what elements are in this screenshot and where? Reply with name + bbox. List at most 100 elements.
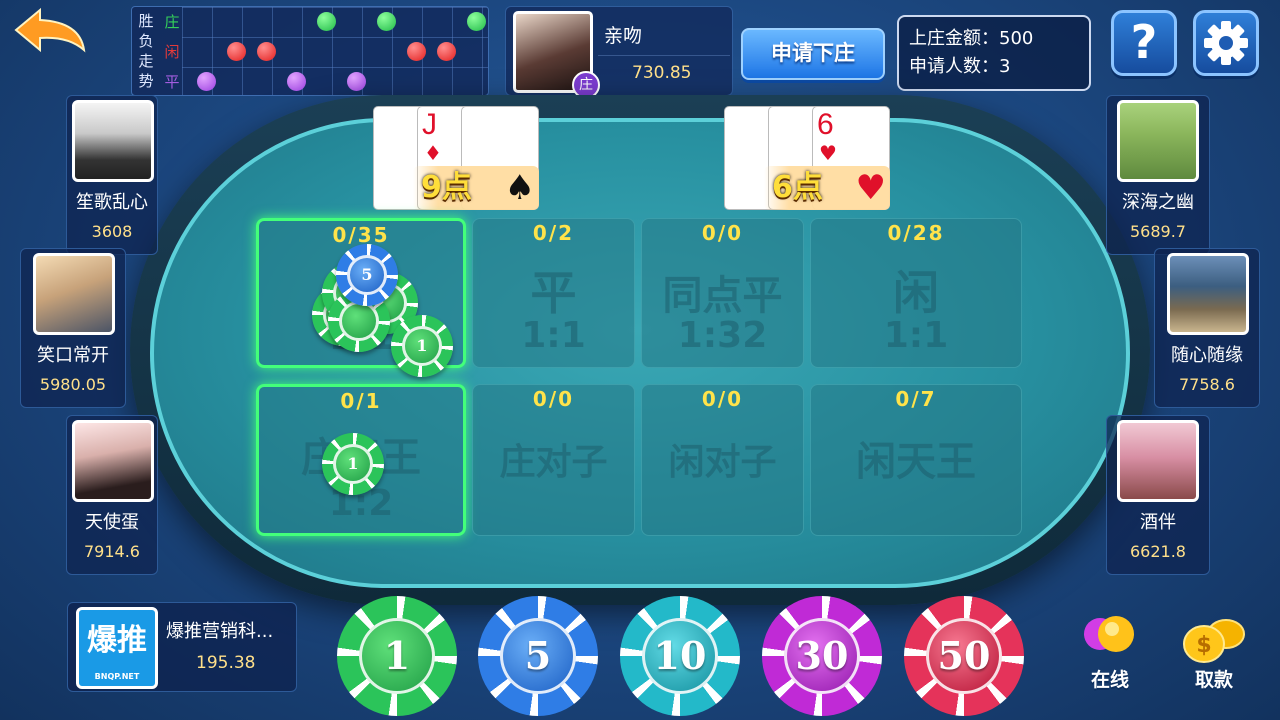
player-name: 笑口常开	[37, 345, 109, 366]
bet-count: 0/0	[701, 221, 744, 245]
heart-icon: ♥	[855, 168, 886, 208]
online-users-icon	[1084, 616, 1134, 652]
help-button[interactable]: ?	[1111, 10, 1177, 76]
banker-points: 9点 ♠	[413, 166, 539, 210]
player-points: 6点 ♥	[764, 166, 890, 210]
withdraw-button[interactable]: $ 取款	[1174, 612, 1254, 692]
player-money: 7914.6	[84, 542, 140, 561]
card-rank: 10	[378, 108, 412, 141]
bet-area-banker-pair[interactable]: 0/0 庄对子	[472, 384, 635, 536]
player-money: 7758.6	[1179, 375, 1235, 394]
trend-grid	[182, 7, 488, 95]
card-rank: 9	[773, 108, 790, 141]
online-label: 在线	[1090, 669, 1129, 691]
trend-panel[interactable]: 胜负走势 庄 闲 平	[131, 6, 489, 96]
bet-area-player[interactable]: 0/28 闲 1:1	[810, 218, 1022, 368]
back-arrow-icon	[14, 7, 86, 53]
player-money: 6621.8	[1130, 542, 1186, 561]
bet-count: 0/28	[887, 221, 945, 245]
banker-amount-text: 上庄金额：500	[909, 28, 1034, 49]
bet-name: 闲	[893, 266, 939, 320]
gear-icon	[1204, 21, 1248, 65]
table-chip: 5	[336, 244, 398, 306]
player-avatar[interactable]	[1167, 253, 1249, 335]
player-name: 酒伴	[1140, 512, 1176, 533]
bet-count: 0/0	[701, 387, 744, 411]
self-player-panel[interactable]: 爆推 BNQP.NET 爆推营销科... 195.38	[67, 602, 297, 692]
trend-dot	[467, 12, 486, 31]
trend-row-banker: 庄	[164, 13, 180, 31]
chip-10-button[interactable]: 10	[620, 596, 740, 716]
trend-dot	[437, 42, 456, 61]
back-button[interactable]	[10, 6, 90, 56]
bet-count: 0/0	[532, 387, 575, 411]
spade-icon: ♠	[504, 168, 535, 208]
player-avatar[interactable]	[72, 100, 154, 182]
chip-50-button[interactable]: 50	[904, 596, 1024, 716]
player-money: 3608	[91, 222, 133, 241]
coins-icon: $	[1183, 619, 1245, 663]
svg-text:$: $	[1196, 633, 1211, 658]
bet-name: 闲天王	[856, 439, 976, 485]
club-icon: ♣	[731, 141, 749, 165]
online-button[interactable]: 在线	[1072, 612, 1148, 692]
bet-name: 庄对子	[499, 442, 608, 483]
banker-name: 亲吻	[604, 25, 643, 47]
question-icon: ?	[1130, 15, 1158, 69]
player-seat-right-2[interactable]: 随心随缘 7758.6	[1154, 248, 1260, 408]
bet-count: 0/35	[332, 223, 390, 247]
trend-dot	[407, 42, 426, 61]
player-seat-left-3[interactable]: 天使蛋 7914.6	[66, 415, 158, 575]
card-rank: 6	[817, 108, 834, 141]
trend-title: 胜负走势	[138, 12, 154, 90]
banker-money: 730.85	[632, 63, 692, 83]
bet-area-player-pair[interactable]: 0/0 闲对子	[641, 384, 804, 536]
card-rank: 9	[466, 108, 483, 141]
club-icon: ♣	[380, 141, 398, 165]
self-avatar[interactable]: 爆推 BNQP.NET	[76, 607, 158, 689]
club-icon: ♣	[775, 141, 793, 165]
trend-dot	[287, 72, 306, 91]
self-logo-text: 爆推	[87, 623, 147, 658]
bet-count: 0/2	[532, 221, 575, 245]
bet-name: 闲对子	[668, 442, 777, 483]
self-logo-subtext: BNQP.NET	[94, 672, 140, 681]
trend-dot	[317, 12, 336, 31]
player-seat-right-3[interactable]: 酒伴 6621.8	[1106, 415, 1210, 575]
card-rank: J	[422, 108, 437, 141]
player-seat-left-1[interactable]: 笙歌乱心 3608	[66, 95, 158, 255]
bet-odds: 1:1	[521, 315, 586, 356]
bet-odds: 1:1	[883, 315, 949, 356]
trend-dot	[377, 12, 396, 31]
apply-leave-banker-button[interactable]: 申请下庄	[741, 28, 885, 80]
chip-30-button[interactable]: 30	[762, 596, 882, 716]
bet-area-tie[interactable]: 0/2 平 1:1	[472, 218, 635, 368]
player-money: 5689.7	[1130, 222, 1186, 241]
player-money: 5980.05	[39, 375, 107, 394]
banker-hand: 10 ♣ J ♦ 9 ♠ 9点 ♠	[373, 106, 539, 212]
points-label: 6点	[772, 170, 823, 205]
player-avatar[interactable]	[72, 420, 154, 502]
player-seat-left-2[interactable]: 笑口常开 5980.05	[20, 248, 126, 408]
bet-area-player-king[interactable]: 0/7 闲天王	[810, 384, 1022, 536]
chip-1-button[interactable]: 1	[337, 596, 457, 716]
trend-row-tie: 平	[164, 73, 180, 91]
player-name: 笙歌乱心	[76, 192, 148, 213]
player-avatar[interactable]	[1117, 420, 1199, 502]
settings-button[interactable]	[1193, 10, 1259, 76]
table-chip: 1	[322, 433, 384, 495]
player-seat-right-1[interactable]: 深海之幽 5689.7	[1106, 95, 1210, 255]
trend-dot	[227, 42, 246, 61]
card-rank: A	[729, 108, 750, 141]
player-avatar[interactable]	[33, 253, 115, 335]
heart-icon: ♥	[819, 141, 837, 165]
banker-panel[interactable]: 庄 亲吻 730.85	[505, 6, 733, 99]
table-chip: 1	[391, 315, 453, 377]
bet-area-same-point-tie[interactable]: 0/0 同点平 1:32	[641, 218, 804, 368]
self-money: 195.38	[196, 653, 256, 673]
player-avatar[interactable]	[1117, 100, 1199, 182]
bet-odds: 1:32	[677, 315, 768, 356]
trend-row-player: 闲	[164, 43, 180, 61]
bet-count: 0/7	[895, 387, 937, 411]
chip-5-button[interactable]: 5	[478, 596, 598, 716]
